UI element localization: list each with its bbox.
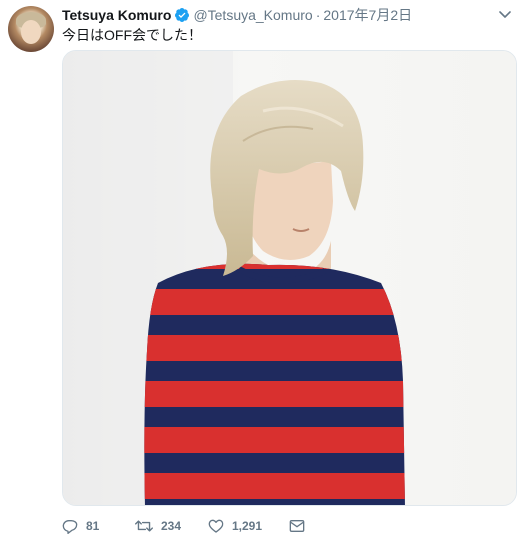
- reply-count: 81: [86, 519, 100, 533]
- avatar[interactable]: [8, 6, 54, 52]
- avatar-face: [21, 20, 41, 44]
- tweet-photo[interactable]: [62, 50, 517, 506]
- retweet-icon: [135, 520, 153, 532]
- reply-button[interactable]: 81: [62, 518, 135, 534]
- tweet-card[interactable]: Tetsuya Komuro @Tetsuya_Komuro · 2017年7月2日 …: [0, 0, 527, 543]
- reply-icon: [62, 520, 78, 534]
- like-button[interactable]: 1,291: [208, 518, 289, 534]
- like-count: 1,291: [232, 519, 263, 533]
- envelope-icon: [289, 520, 305, 532]
- timestamp[interactable]: 2017年7月2日: [323, 7, 412, 23]
- handle[interactable]: @Tetsuya_Komuro: [193, 7, 312, 23]
- photo-illustration: [63, 51, 516, 505]
- heart-icon: [208, 519, 224, 533]
- separator-dot: ·: [315, 7, 321, 23]
- retweet-count: 234: [161, 519, 182, 533]
- chevron-down-icon[interactable]: [497, 6, 513, 22]
- display-name[interactable]: Tetsuya Komuro: [62, 7, 171, 23]
- verified-badge-icon: [174, 7, 190, 27]
- tweet-header: Tetsuya Komuro @Tetsuya_Komuro · 2017年7月2日: [62, 6, 412, 24]
- tweet-actions: 81 234 1,291: [62, 516, 313, 536]
- direct-message-button[interactable]: [289, 519, 313, 533]
- retweet-button[interactable]: 234: [135, 518, 208, 534]
- tweet-text: 今日はOFF会でした！: [62, 27, 202, 43]
